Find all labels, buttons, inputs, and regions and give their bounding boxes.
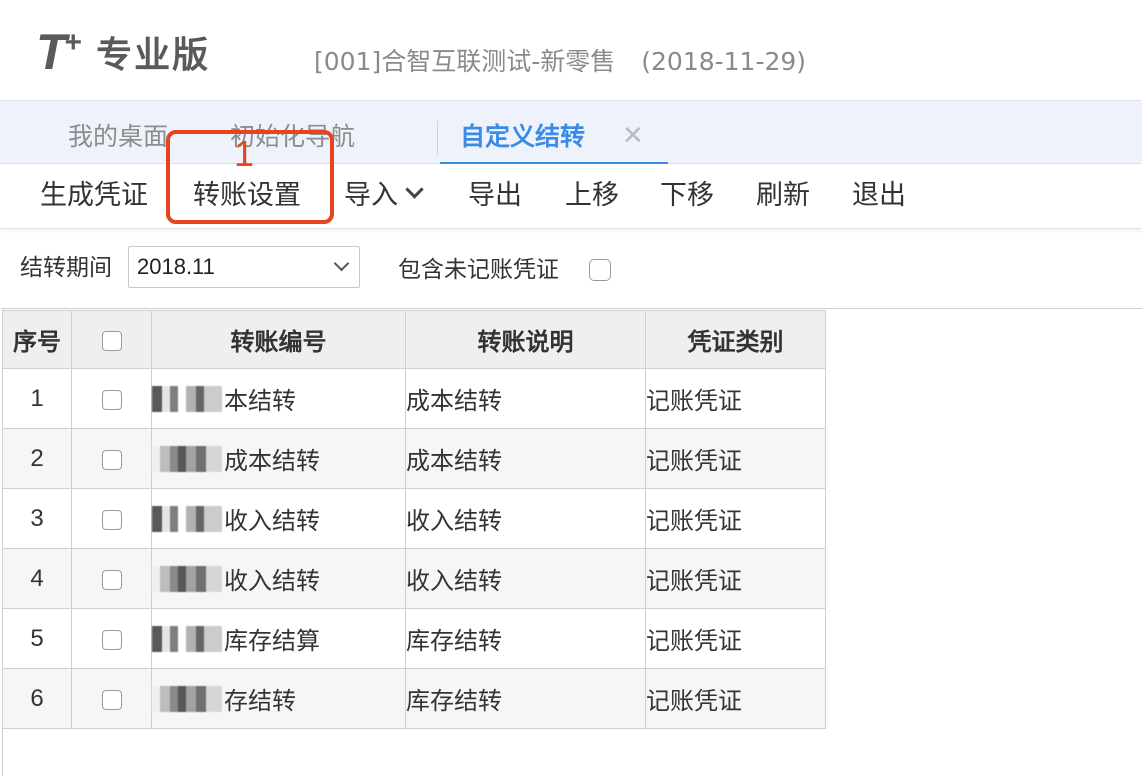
cell-desc: 库存结转 — [405, 608, 646, 669]
cell-code-text: 收入结转 — [224, 507, 320, 535]
product-logo: T + 专业版 — [36, 24, 211, 80]
chevron-down-icon — [333, 255, 350, 272]
include-unposted-checkbox[interactable] — [589, 259, 611, 281]
cell-seq: 6 — [2, 668, 72, 729]
cell-desc: 成本结转 — [405, 368, 646, 429]
row-checkbox[interactable] — [101, 389, 122, 410]
cell-type: 记账凭证 — [645, 428, 826, 489]
table-row[interactable]: 5 库存结算 库存结转 记账凭证 — [2, 608, 826, 669]
table-row[interactable]: 3 收入结转 收入结转 记账凭证 — [2, 488, 826, 549]
cell-select — [71, 548, 152, 609]
period-label: 结转期间 — [20, 255, 112, 281]
cell-select — [71, 368, 152, 429]
account-date: (2018-11-29) — [641, 47, 807, 76]
cell-seq: 5 — [2, 608, 72, 669]
cell-code: 库存结算 — [151, 608, 406, 669]
cell-type: 记账凭证 — [645, 668, 826, 729]
header-type: 凭证类别 — [645, 310, 826, 369]
generate-voucher-button[interactable]: 生成凭证 — [40, 176, 148, 216]
period-value: 2018.11 — [137, 254, 215, 279]
move-down-button[interactable]: 下移 — [660, 176, 714, 216]
redacted-mosaic — [152, 505, 222, 532]
cell-select — [71, 668, 152, 729]
cell-code-text: 存结转 — [224, 687, 296, 715]
cell-desc: 收入结转 — [405, 548, 646, 609]
table-header-row: 序号 转账编号 转账说明 凭证类别 — [2, 310, 826, 369]
logo-plus: + — [64, 26, 83, 59]
cell-type: 记账凭证 — [645, 488, 826, 549]
cell-code: 收入结转 — [151, 548, 406, 609]
cell-desc: 库存结转 — [405, 668, 646, 729]
cell-code-text: 库存结算 — [224, 627, 320, 655]
header-select-all — [71, 310, 152, 369]
refresh-button[interactable]: 刷新 — [756, 176, 810, 216]
tab-custom-transfer[interactable]: 自定义结转 ✕ — [440, 117, 668, 166]
close-icon[interactable]: ✕ — [622, 119, 644, 153]
cell-code-text: 成本结转 — [224, 447, 320, 475]
cell-seq: 2 — [2, 428, 72, 489]
cell-code: 本结转 — [151, 368, 406, 429]
annotation-step-number: 1 — [234, 133, 255, 174]
table-row[interactable]: 6 存结转 库存结转 记账凭证 — [2, 668, 826, 729]
header-code: 转账编号 — [151, 310, 406, 369]
include-unposted-label: 包含未记账凭证 — [398, 257, 559, 283]
cell-select — [71, 608, 152, 669]
header-desc: 转账说明 — [405, 310, 646, 369]
table-row[interactable]: 4 收入结转 收入结转 记账凭证 — [2, 548, 826, 609]
row-checkbox[interactable] — [101, 449, 122, 470]
redacted-mosaic — [152, 445, 222, 472]
tab-divider — [437, 121, 438, 155]
cell-desc: 成本结转 — [405, 428, 646, 489]
import-button[interactable]: 导入 — [344, 176, 424, 216]
cell-type: 记账凭证 — [645, 368, 826, 429]
cell-code-text: 本结转 — [224, 387, 296, 415]
row-checkbox[interactable] — [101, 509, 122, 530]
table-row[interactable]: 1 本结转 成本结转 记账凭证 — [2, 368, 826, 429]
header-seq: 序号 — [2, 310, 72, 369]
transfer-table: 序号 转账编号 转账说明 凭证类别 1 本结转 成本结转 记账凭证 2 成本结转… — [2, 310, 826, 729]
row-checkbox[interactable] — [101, 569, 122, 590]
cell-code: 存结转 — [151, 668, 406, 729]
cell-seq: 3 — [2, 488, 72, 549]
logo-edition: 专业版 — [96, 35, 211, 76]
cell-type: 记账凭证 — [645, 548, 826, 609]
company-info: [001]合智互联测试-新零售 (2018-11-29) — [314, 42, 806, 78]
export-button[interactable]: 导出 — [468, 176, 522, 216]
period-select[interactable]: 2018.11 — [128, 246, 360, 288]
cell-select — [71, 488, 152, 549]
cell-code: 成本结转 — [151, 428, 406, 489]
redacted-mosaic — [152, 685, 222, 712]
redacted-mosaic — [152, 565, 222, 592]
company-name: [001]合智互联测试-新零售 — [314, 47, 616, 76]
tab-custom-transfer-label: 自定义结转 — [460, 122, 586, 151]
chevron-down-icon — [405, 180, 424, 199]
app-header: T + 专业版 [001]合智互联测试-新零售 (2018-11-29) — [0, 0, 1142, 100]
tab-my-desktop[interactable]: 我的桌面 — [68, 117, 168, 157]
logo-mark: T — [36, 24, 67, 80]
cell-desc: 收入结转 — [405, 488, 646, 549]
import-label: 导入 — [344, 180, 398, 211]
redacted-mosaic — [152, 625, 222, 652]
cell-seq: 4 — [2, 548, 72, 609]
select-all-checkbox[interactable] — [101, 330, 122, 351]
cell-type: 记账凭证 — [645, 608, 826, 669]
cell-code: 收入结转 — [151, 488, 406, 549]
move-up-button[interactable]: 上移 — [565, 176, 619, 216]
redacted-mosaic — [152, 385, 222, 412]
exit-button[interactable]: 退出 — [852, 176, 906, 216]
cell-code-text: 收入结转 — [224, 567, 320, 595]
row-checkbox[interactable] — [101, 629, 122, 650]
cell-seq: 1 — [2, 368, 72, 429]
cell-select — [71, 428, 152, 489]
row-checkbox[interactable] — [101, 689, 122, 710]
table-row[interactable]: 2 成本结转 成本结转 记账凭证 — [2, 428, 826, 489]
